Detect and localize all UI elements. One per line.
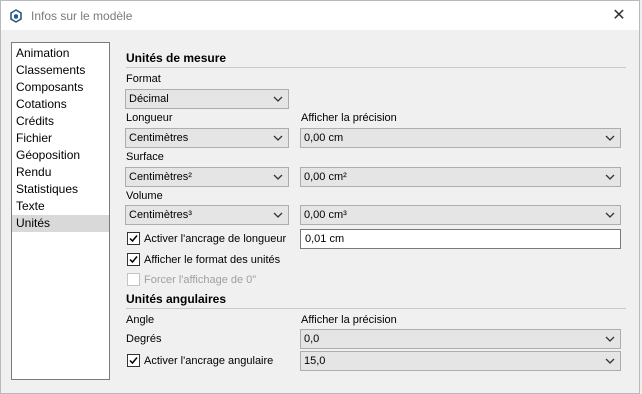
section-divider xyxy=(126,67,626,68)
sidebar-item-composants[interactable]: Composants xyxy=(12,79,109,96)
snap-angle-value: 15,0 xyxy=(304,355,326,367)
show-format-label: Afficher le format des unités xyxy=(144,254,281,266)
length-precision-value: 0,00 cm xyxy=(304,132,344,144)
checkmark-icon xyxy=(129,357,138,365)
section-divider xyxy=(126,308,626,309)
sidebar-item-animation[interactable]: Animation xyxy=(12,45,109,62)
format-select-value: Décimal xyxy=(129,93,169,105)
snap-angle-select[interactable]: 15,0 xyxy=(300,351,621,371)
volume-unit-select[interactable]: Centimètres³ xyxy=(125,205,289,225)
length-label: Longueur xyxy=(126,112,173,124)
chevron-down-icon xyxy=(605,358,615,364)
show-format-checkbox[interactable] xyxy=(127,253,140,266)
degrees-label: Degrés xyxy=(126,333,162,345)
chevron-down-icon xyxy=(273,174,283,180)
area-label: Surface xyxy=(126,151,164,163)
force-zero-checkbox[interactable] xyxy=(127,273,140,286)
force-zero-label: Forcer l'affichage de 0" xyxy=(144,274,257,286)
area-unit-value: Centimètres² xyxy=(129,171,192,183)
sidebar-item-fichier[interactable]: Fichier xyxy=(12,130,109,147)
snap-angle-checkbox[interactable] xyxy=(127,354,140,367)
checkmark-icon xyxy=(129,235,138,243)
sidebar-item-unites[interactable]: Unités xyxy=(12,215,109,232)
category-list[interactable]: Animation Classements Composants Cotatio… xyxy=(11,42,110,380)
chevron-down-icon xyxy=(273,212,283,218)
length-unit-value: Centimètres xyxy=(129,132,189,144)
length-precision-select[interactable]: 0,00 cm xyxy=(300,128,621,148)
angle-precision-select[interactable]: 0,0 xyxy=(300,329,621,349)
volume-unit-value: Centimètres³ xyxy=(129,209,192,221)
snap-length-label: Activer l'ancrage de longueur xyxy=(144,233,287,245)
chevron-down-icon xyxy=(605,135,615,141)
area-unit-select[interactable]: Centimètres² xyxy=(125,167,289,187)
area-precision-value: 0,00 cm² xyxy=(304,171,347,183)
sidebar-item-cotations[interactable]: Cotations xyxy=(12,96,109,113)
sidebar-item-classements[interactable]: Classements xyxy=(12,62,109,79)
sketchup-logo-icon xyxy=(9,9,23,23)
volume-precision-value: 0,00 cm³ xyxy=(304,209,347,221)
format-label: Format xyxy=(126,73,161,85)
window-title: Infos sur le modèle xyxy=(31,9,133,23)
chevron-down-icon xyxy=(273,96,283,102)
format-select[interactable]: Décimal xyxy=(125,89,289,109)
chevron-down-icon xyxy=(273,135,283,141)
title-bar: Infos sur le modèle ✕ xyxy=(0,0,640,30)
section-heading-units: Unités de mesure xyxy=(126,51,227,65)
snap-angle-label: Activer l'ancrage angulaire xyxy=(144,355,274,367)
length-unit-select[interactable]: Centimètres xyxy=(125,128,289,148)
checkmark-icon xyxy=(129,256,138,264)
snap-length-checkbox[interactable] xyxy=(127,232,140,245)
sidebar-item-statistiques[interactable]: Statistiques xyxy=(12,181,109,198)
angle-precision-value: 0,0 xyxy=(304,333,320,345)
chevron-down-icon xyxy=(605,336,615,342)
chevron-down-icon xyxy=(605,174,615,180)
volume-precision-select[interactable]: 0,00 cm³ xyxy=(300,205,621,225)
angle-label: Angle xyxy=(126,314,155,326)
volume-label: Volume xyxy=(126,190,163,202)
sidebar-item-rendu[interactable]: Rendu xyxy=(12,164,109,181)
section-heading-angular: Unités angulaires xyxy=(126,292,227,306)
sidebar-item-texte[interactable]: Texte xyxy=(12,198,109,215)
close-icon[interactable]: ✕ xyxy=(609,6,629,26)
area-precision-select[interactable]: 0,00 cm² xyxy=(300,167,621,187)
sidebar-item-credits[interactable]: Crédits xyxy=(12,113,109,130)
angle-precision-label: Afficher la précision xyxy=(301,314,397,326)
sidebar-item-geoposition[interactable]: Géoposition xyxy=(12,147,109,164)
precision-label: Afficher la précision xyxy=(301,112,397,124)
chevron-down-icon xyxy=(605,212,615,218)
snap-length-input[interactable]: 0,01 cm xyxy=(300,229,621,249)
